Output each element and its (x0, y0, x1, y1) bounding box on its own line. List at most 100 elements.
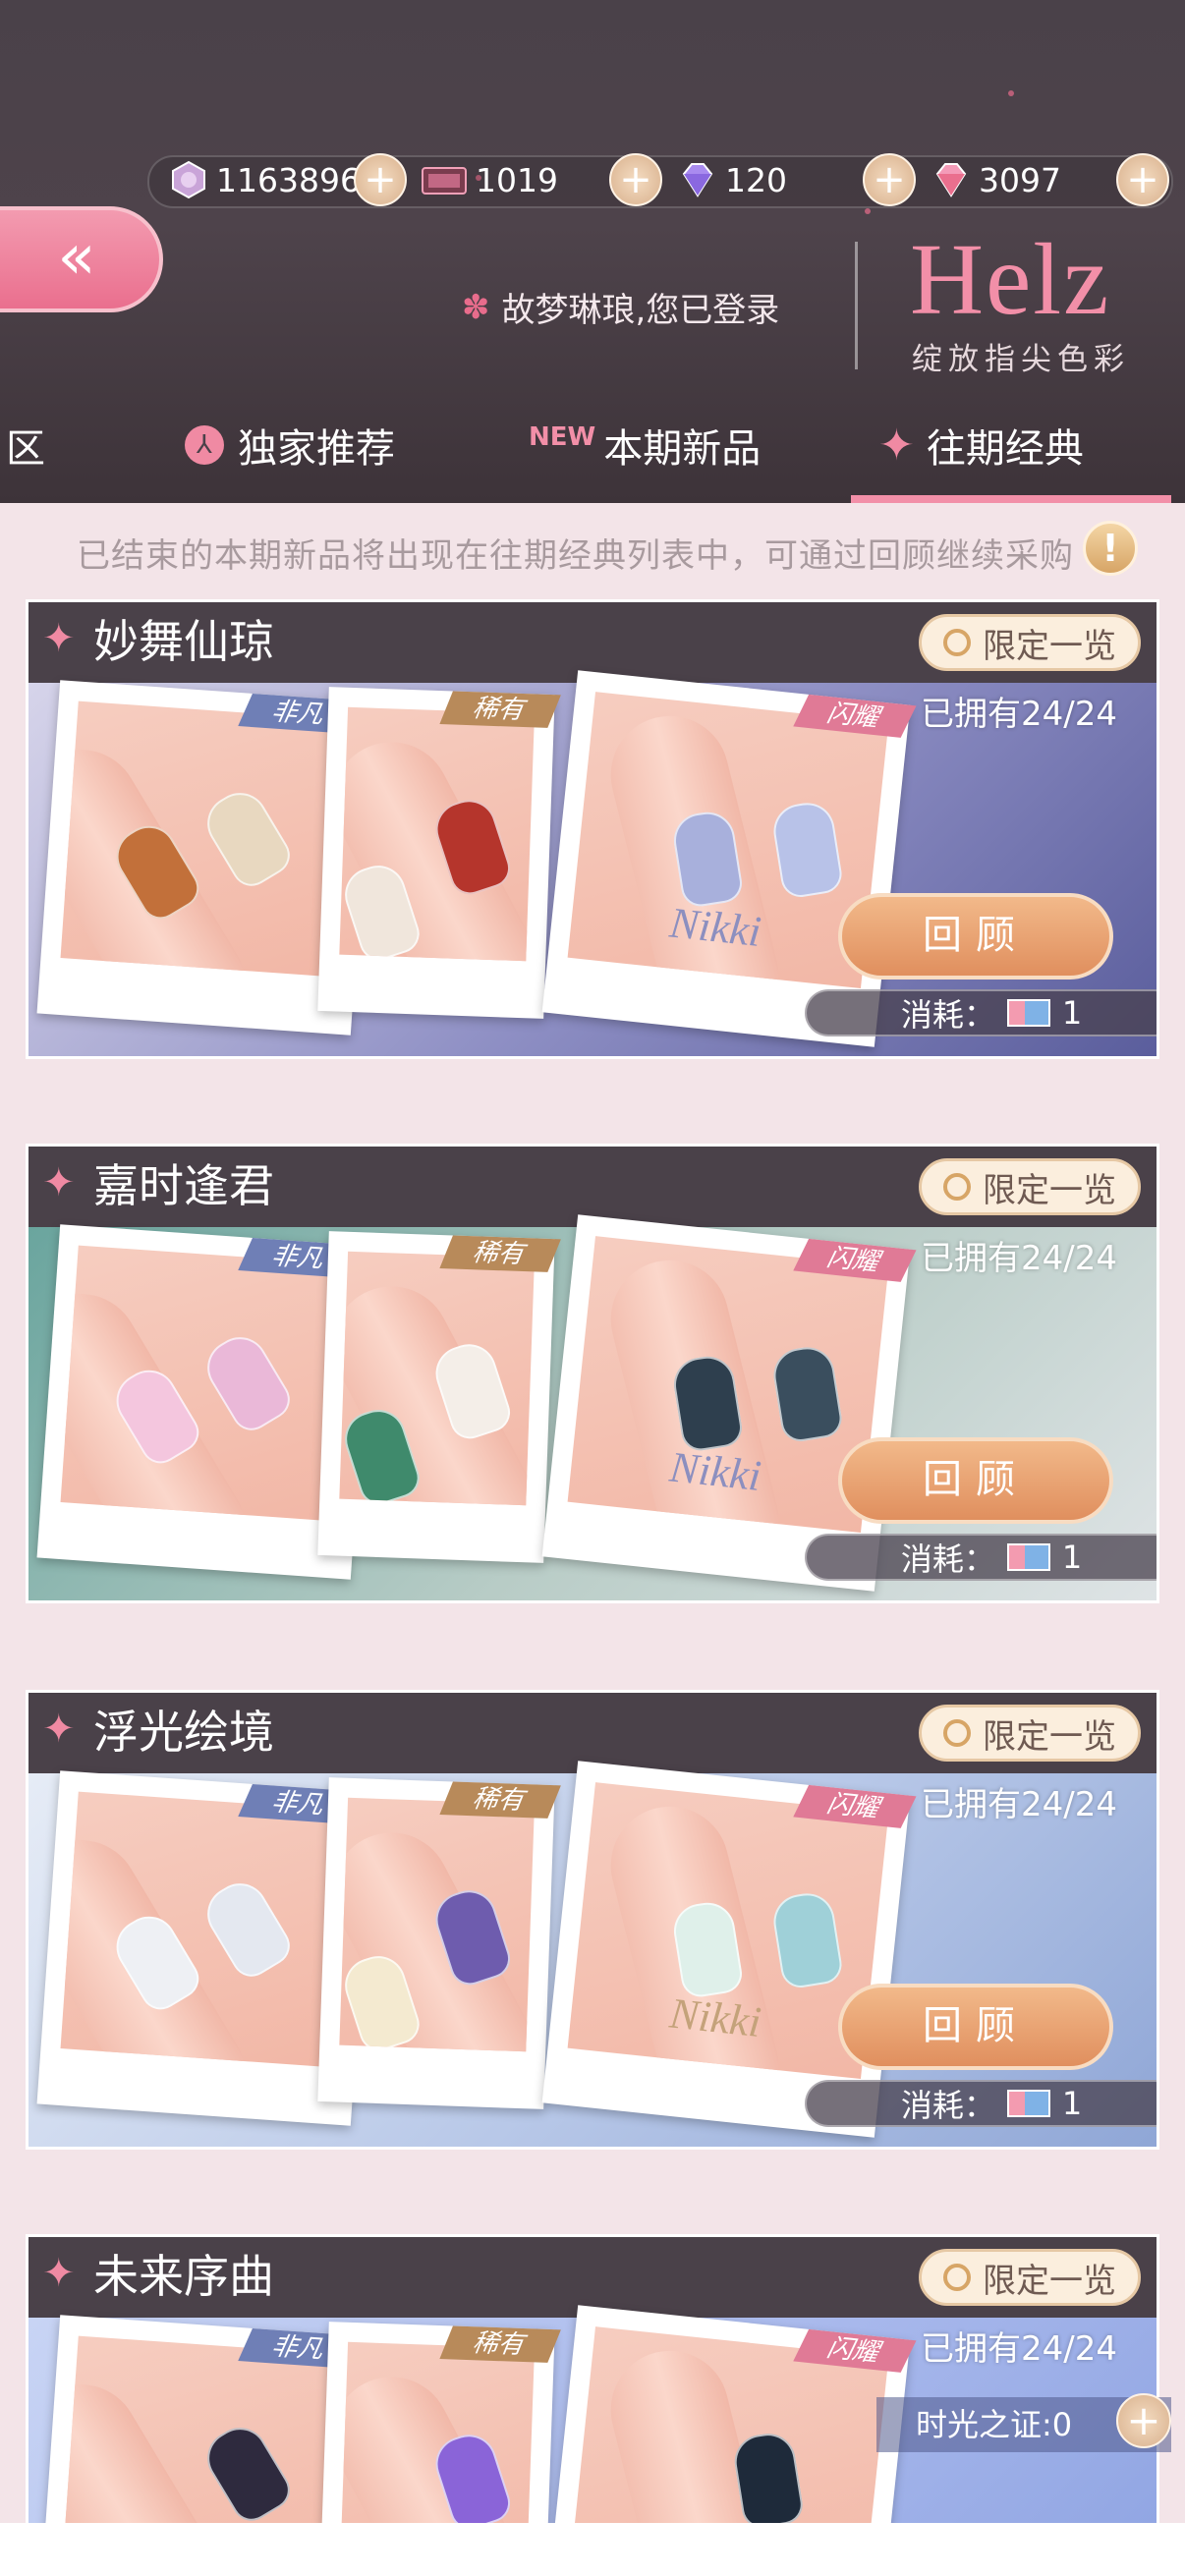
cost-label: 消耗： (900, 2087, 995, 2124)
tab-label: 独家推荐 (238, 426, 395, 472)
add-time-proof-button[interactable]: + (1116, 2393, 1171, 2448)
sparkle-icon: ✦ (42, 2251, 76, 2296)
signature: Nikki (667, 1988, 763, 2046)
ticket-icon (422, 167, 467, 195)
preview-button[interactable]: 限定一览 (919, 1705, 1141, 1762)
preview-label: 限定一览 (983, 2261, 1116, 2301)
owned-count: 已拥有24/24 (921, 1785, 1117, 1824)
divider (855, 242, 858, 369)
nail-image (60, 700, 354, 978)
exclusive-icon: ⅄ (185, 425, 224, 465)
currency-value: 3097 (979, 160, 1061, 199)
rarity-tag: 稀有 (439, 1235, 561, 1272)
new-badge: NEW (529, 422, 596, 452)
card-title: 未来序曲 (93, 2252, 274, 2302)
login-text: 故梦琳琅,您已登录 (501, 291, 780, 330)
cost-value: 1 (1061, 1539, 1083, 1576)
owned-count: 已拥有24/24 (921, 695, 1117, 734)
nail (197, 2417, 298, 2526)
sparkle-icon: ✦ (42, 616, 76, 661)
sparkle (1008, 90, 1014, 96)
tab-area[interactable]: 区 (6, 417, 45, 474)
purple-diamond-icon (682, 163, 713, 197)
currency-purple-diamond: 120 (678, 155, 787, 204)
cost-value: 1 (1061, 2085, 1083, 2122)
nail-image (339, 1797, 536, 2052)
notice-text: 已结束的本期新品将出现在往期经典列表中，可通过回顾继续采购 (77, 536, 1074, 576)
cost-indicator: 消耗： 1 (805, 2080, 1157, 2127)
tab-label: 区 (6, 426, 45, 472)
nail (197, 1873, 298, 1985)
search-icon (943, 1719, 971, 1747)
bottom-edge (0, 2523, 1185, 2576)
currency-value: 120 (725, 160, 787, 199)
preview-label: 限定一览 (983, 626, 1116, 666)
add-ticket-button[interactable]: + (609, 153, 662, 206)
info-icon[interactable]: ! (1083, 521, 1138, 576)
signature: Nikki (667, 898, 763, 956)
collection-card[interactable]: ✦ 未来序曲 限定一览 已拥有24/24 非凡 稀有 闪耀 (26, 2234, 1159, 2529)
rarity-tag: 稀有 (439, 2325, 561, 2363)
tab-classic[interactable]: ✦ 往期经典 (878, 417, 1084, 474)
preview-button[interactable]: 限定一览 (919, 2249, 1141, 2306)
card-header: ✦ 妙舞仙琼 限定一览 (28, 602, 1157, 683)
nail-photo: 稀有 (317, 687, 561, 1019)
ticket-icon (1006, 1543, 1050, 1571)
preview-label: 限定一览 (983, 1716, 1116, 1757)
review-button[interactable]: 回顾 (838, 1437, 1113, 1524)
add-purple-diamond-button[interactable]: + (863, 153, 916, 206)
currency-gem-coin: 11638965 (169, 155, 381, 204)
tab-label: 往期经典 (926, 426, 1084, 472)
sparkle-icon: ✦ (878, 420, 915, 471)
nail (197, 782, 298, 894)
cost-label: 消耗： (900, 996, 995, 1034)
preview-label: 限定一览 (983, 1170, 1116, 1210)
card-header: ✦ 未来序曲 限定一览 (28, 2237, 1157, 2318)
search-icon (943, 2264, 971, 2291)
tab-new[interactable]: NEW 本期新品 (529, 417, 761, 474)
nail (769, 799, 845, 900)
currency-value: 1019 (476, 160, 558, 199)
search-icon (943, 629, 971, 656)
review-button[interactable]: 回顾 (838, 893, 1113, 980)
rarity-tag: 稀有 (439, 691, 561, 728)
pink-diamond-icon (935, 163, 967, 197)
gem-coin-icon (172, 160, 205, 199)
back-button[interactable]: « (0, 206, 163, 312)
nail-photo: 稀有 (317, 1231, 561, 1563)
nail (769, 1889, 845, 1990)
ticket-icon (1006, 999, 1050, 1027)
review-button[interactable]: 回顾 (838, 1984, 1113, 2070)
owned-count: 已拥有24/24 (921, 1239, 1117, 1278)
preview-button[interactable]: 限定一览 (919, 614, 1141, 671)
card-title: 嘉时逢君 (93, 1161, 274, 1211)
brand-tagline: 绽放指尖色彩 (912, 342, 1130, 377)
sparkle-icon: ✦ (42, 1160, 76, 1205)
login-status: ✽ 故梦琳琅,您已登录 (462, 283, 779, 331)
nail-image (339, 2341, 536, 2526)
collection-card[interactable]: ✦ 妙舞仙琼 限定一览 已拥有24/24 非凡 稀有 Nikki 闪耀 回顾 消… (26, 599, 1159, 1059)
cost-indicator: 消耗： 1 (805, 1534, 1157, 1581)
brand-logo: Helz (910, 223, 1111, 336)
cost-value: 1 (1061, 994, 1083, 1032)
add-gem-coin-button[interactable]: + (354, 153, 407, 206)
nail-image (339, 706, 536, 962)
collection-card[interactable]: ✦ 嘉时逢君 限定一览 已拥有24/24 非凡 稀有 Nikki 闪耀 回顾 消… (26, 1144, 1159, 1603)
card-title: 浮光绘境 (93, 1708, 274, 1758)
add-pink-diamond-button[interactable]: + (1116, 153, 1169, 206)
nail-photo: 闪耀 (541, 2305, 917, 2526)
nail (197, 1326, 298, 1438)
flower-icon: ✽ (462, 287, 490, 327)
nail-image (339, 1251, 536, 1506)
rarity-tag: 稀有 (439, 1781, 561, 1819)
tab-exclusive[interactable]: ⅄ 独家推荐 (185, 417, 395, 474)
nail-photo: 稀有 (317, 1777, 561, 2109)
owned-count: 已拥有24/24 (921, 2329, 1117, 2369)
preview-button[interactable]: 限定一览 (919, 1158, 1141, 1215)
active-tab-indicator (851, 495, 1171, 503)
nail (769, 1343, 845, 1444)
nail (730, 2430, 806, 2526)
tab-label: 本期新品 (603, 426, 762, 472)
currency-pink-diamond: 3097 (931, 155, 1061, 204)
collection-card[interactable]: ✦ 浮光绘境 限定一览 已拥有24/24 非凡 稀有 Nikki 闪耀 回顾 消… (26, 1690, 1159, 2150)
